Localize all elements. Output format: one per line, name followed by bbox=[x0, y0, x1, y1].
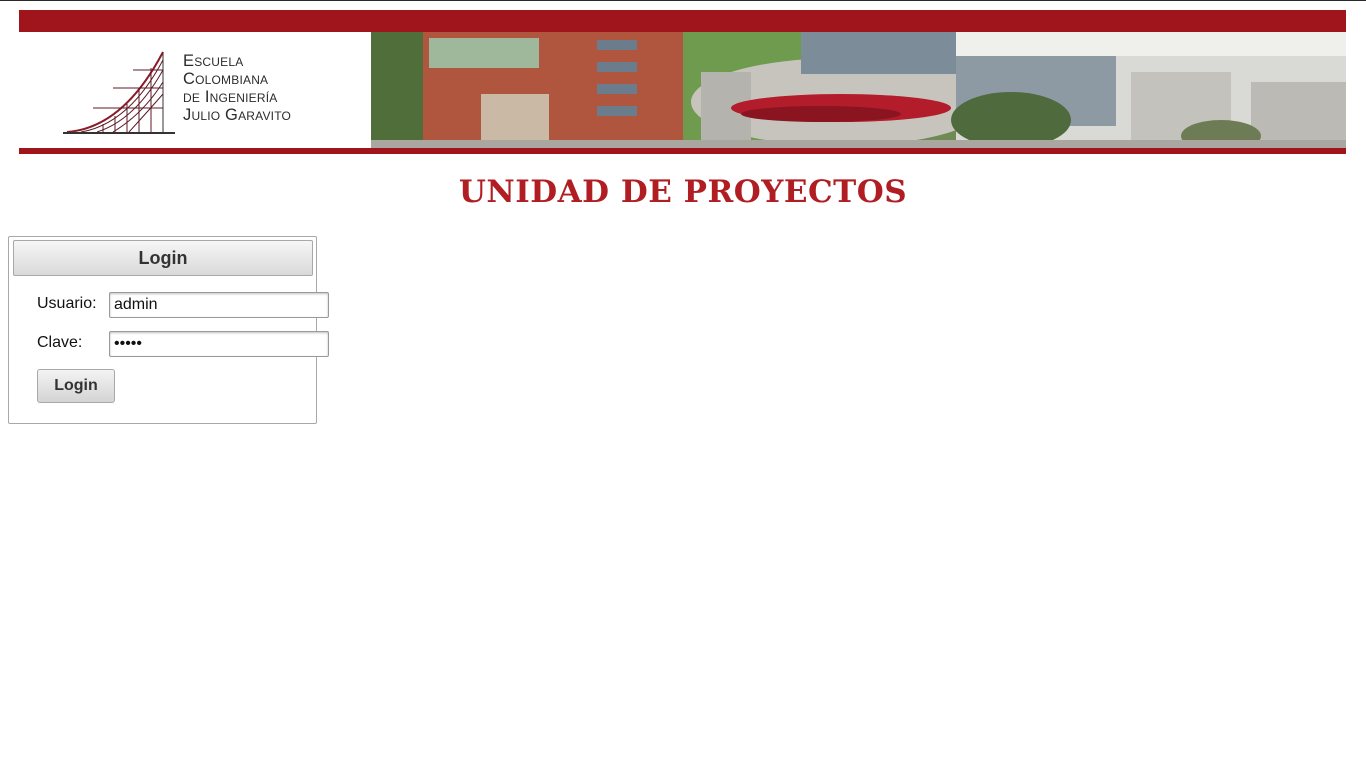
logo-mark-icon bbox=[63, 51, 175, 134]
campus-photo-image bbox=[371, 32, 1346, 148]
university-logo: Escuela Colombiana de Ingeniería Julio G… bbox=[19, 32, 371, 148]
logo-line: Escuela bbox=[183, 52, 244, 70]
logo-line: Colombiana bbox=[183, 70, 269, 88]
page-title: UNIDAD DE PROYECTOS bbox=[458, 174, 908, 210]
logo-wordmark: Escuela Colombiana de Ingeniería Julio G… bbox=[183, 52, 291, 124]
password-input[interactable] bbox=[109, 331, 329, 357]
window-top-border bbox=[0, 0, 1366, 1]
login-panel: Login Usuario: Clave: Login bbox=[8, 236, 329, 424]
banner-bottom-bar bbox=[19, 148, 1346, 154]
username-label: Usuario: bbox=[37, 295, 97, 312]
logo-line: Julio Garavito bbox=[183, 106, 292, 124]
password-label: Clave: bbox=[37, 334, 83, 351]
username-input[interactable] bbox=[109, 292, 329, 318]
login-button[interactable]: Login bbox=[37, 369, 115, 403]
logo-line: de Ingeniería bbox=[183, 88, 278, 106]
login-panel-header: Login bbox=[13, 240, 313, 276]
banner-top-bar bbox=[19, 10, 1346, 32]
campus-photo bbox=[371, 32, 1346, 148]
header-banner: Escuela Colombiana de Ingeniería Julio G… bbox=[19, 10, 1346, 154]
